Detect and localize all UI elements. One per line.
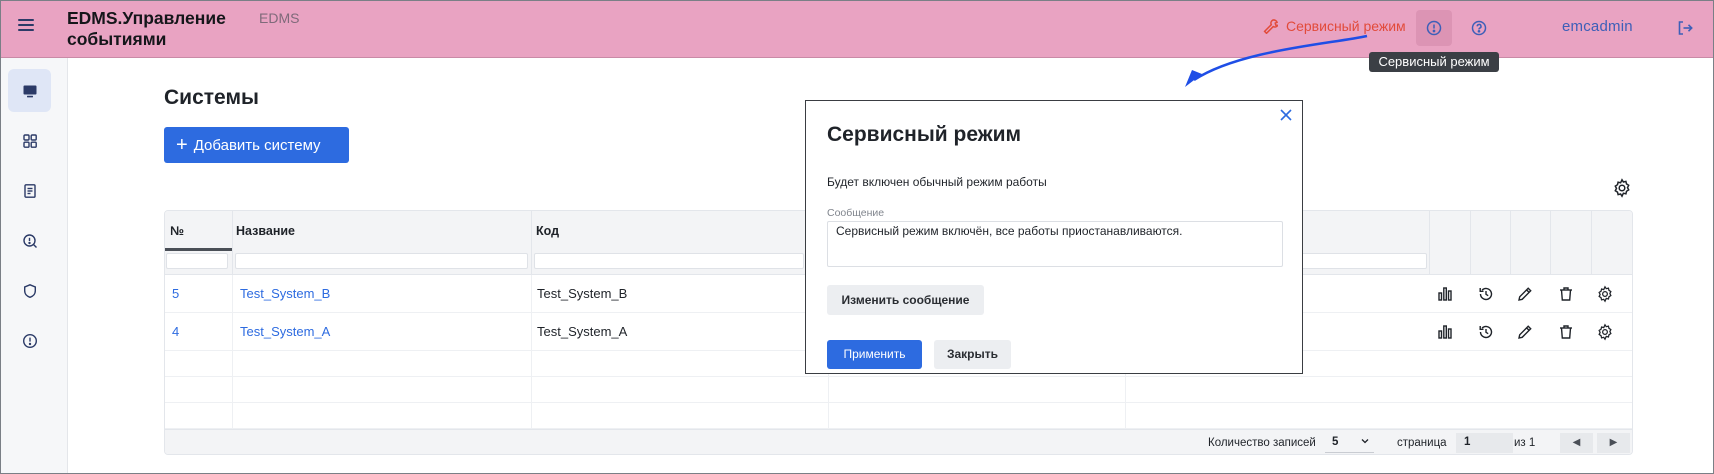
- apply-button[interactable]: Применить: [827, 340, 922, 369]
- sidebar: [0, 58, 68, 474]
- logout-icon[interactable]: [1676, 19, 1694, 37]
- gear-icon[interactable]: [1596, 323, 1614, 341]
- sidebar-item-service[interactable]: [8, 319, 51, 362]
- page-label: страница: [1397, 437, 1447, 449]
- service-mode-dialog: Сервисный режим Будет включен обычный ре…: [805, 100, 1303, 374]
- total-pages-label: из 1: [1514, 437, 1536, 449]
- service-mode-button[interactable]: [1416, 10, 1452, 46]
- sidebar-item-documents[interactable]: [8, 169, 51, 212]
- info-circle-icon: [22, 333, 37, 348]
- row-number[interactable]: 5: [172, 286, 179, 301]
- table-settings-gear-icon[interactable]: [1612, 178, 1632, 198]
- trash-icon[interactable]: [1557, 285, 1575, 303]
- monitor-icon: [23, 85, 36, 97]
- service-mode-label: Сервисный режим: [1286, 18, 1406, 34]
- column-header-code[interactable]: Код: [536, 224, 559, 238]
- sidebar-item-events[interactable]: [8, 219, 51, 262]
- gear-icon[interactable]: [1596, 285, 1614, 303]
- records-count-label: Количество записей: [1208, 437, 1316, 449]
- table-pagination: Количество записей 5 страница 1 из 1 ◀ ▶: [165, 429, 1632, 454]
- next-page-button[interactable]: ▶: [1597, 433, 1630, 453]
- top-header: EDMS.Управление событиями EDMS Сервисный…: [0, 0, 1714, 58]
- change-message-button[interactable]: Изменить сообщение: [827, 285, 984, 315]
- trash-icon[interactable]: [1557, 323, 1575, 341]
- shield-icon: [23, 283, 36, 298]
- plus-icon: +: [176, 134, 188, 156]
- service-mode-link[interactable]: Сервисный режим: [1262, 18, 1406, 34]
- row-code: Test_System_A: [537, 324, 628, 339]
- empty-row: [165, 403, 1632, 429]
- records-per-page-value: 5: [1332, 436, 1339, 448]
- app-subtitle: EDMS: [259, 10, 300, 26]
- tooltip: Сервисный режим: [1369, 52, 1499, 72]
- sidebar-item-security[interactable]: [8, 269, 51, 312]
- user-name[interactable]: emcadmin: [1562, 18, 1633, 35]
- column-header-number[interactable]: №: [170, 224, 184, 238]
- dialog-title: Сервисный режим: [827, 123, 1022, 146]
- chevron-down-icon: [1361, 439, 1369, 444]
- row-name-link[interactable]: Test_System_A: [240, 324, 330, 339]
- close-button[interactable]: Закрыть: [934, 340, 1011, 369]
- prev-page-button[interactable]: ◀: [1560, 433, 1593, 453]
- filter-input-number[interactable]: [166, 253, 228, 269]
- message-label: Сообщение: [827, 207, 885, 219]
- column-header-name[interactable]: Название: [236, 224, 295, 238]
- app-title: EDMS.Управление событиями: [67, 8, 226, 49]
- add-system-label: Добавить систему: [193, 136, 321, 154]
- row-name-link[interactable]: Test_System_B: [240, 286, 330, 301]
- page-number-input[interactable]: 1: [1456, 433, 1513, 453]
- grid-icon: [22, 133, 37, 148]
- sidebar-item-dashboard[interactable]: [8, 119, 51, 162]
- dialog-description: Будет включен обычный режим работы: [827, 175, 1047, 189]
- close-icon[interactable]: [1278, 107, 1294, 123]
- history-icon[interactable]: [1477, 285, 1495, 303]
- message-textarea[interactable]: Сервисный режим включён, все работы прио…: [827, 221, 1283, 267]
- alert-circle-icon: [1426, 20, 1442, 36]
- menu-icon[interactable]: [18, 19, 34, 33]
- filter-input-name[interactable]: [235, 253, 528, 269]
- records-per-page-select[interactable]: 5: [1325, 433, 1374, 453]
- row-number[interactable]: 4: [172, 324, 179, 339]
- filter-input-code[interactable]: [534, 253, 804, 269]
- page-title: Системы: [164, 86, 259, 109]
- bar-chart-icon[interactable]: [1436, 323, 1454, 341]
- alert-search-icon: [22, 233, 37, 248]
- sort-indicator: [165, 248, 232, 251]
- help-button[interactable]: [1461, 10, 1497, 46]
- document-icon: [23, 183, 36, 198]
- sidebar-item-monitor[interactable]: [8, 69, 51, 112]
- history-icon[interactable]: [1477, 323, 1495, 341]
- wrench-icon: [1263, 19, 1278, 34]
- add-system-button[interactable]: + Добавить систему: [164, 127, 349, 163]
- pencil-icon[interactable]: [1516, 285, 1534, 303]
- row-code: Test_System_B: [537, 286, 628, 301]
- help-circle-icon: [1471, 20, 1487, 36]
- pencil-icon[interactable]: [1516, 323, 1534, 341]
- empty-row: [165, 377, 1632, 403]
- bar-chart-icon[interactable]: [1436, 285, 1454, 303]
